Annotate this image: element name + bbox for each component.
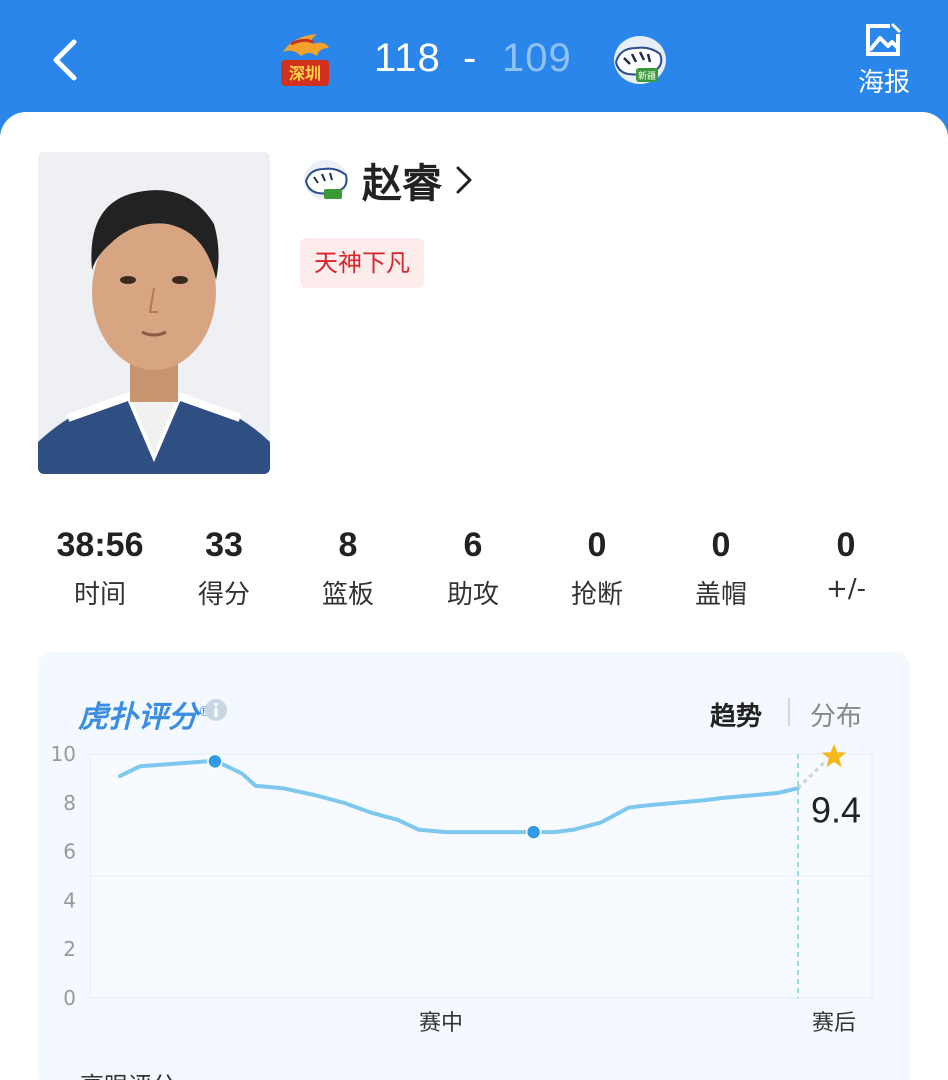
y-tick-label: 2 — [63, 937, 76, 961]
y-tick-label: 6 — [63, 840, 76, 864]
x-tick-label: 赛后 — [812, 1011, 856, 1036]
final-rating-value: 9.4 — [811, 790, 861, 831]
rating-marker — [525, 824, 542, 840]
rating-marker — [207, 753, 223, 770]
y-tick-label: 4 — [63, 888, 76, 912]
rating-trend-chart: 10 8 6 4 2 0 赛中 赛后 9.4 — [51, 742, 873, 1036]
y-tick-label: 10 — [51, 742, 76, 766]
y-tick-label: 8 — [63, 791, 76, 815]
x-tick-label: 赛中 — [419, 1011, 463, 1036]
highlight-rating-label: 亮眼评分 — [80, 1066, 176, 1080]
y-tick-label: 0 — [63, 986, 76, 1010]
